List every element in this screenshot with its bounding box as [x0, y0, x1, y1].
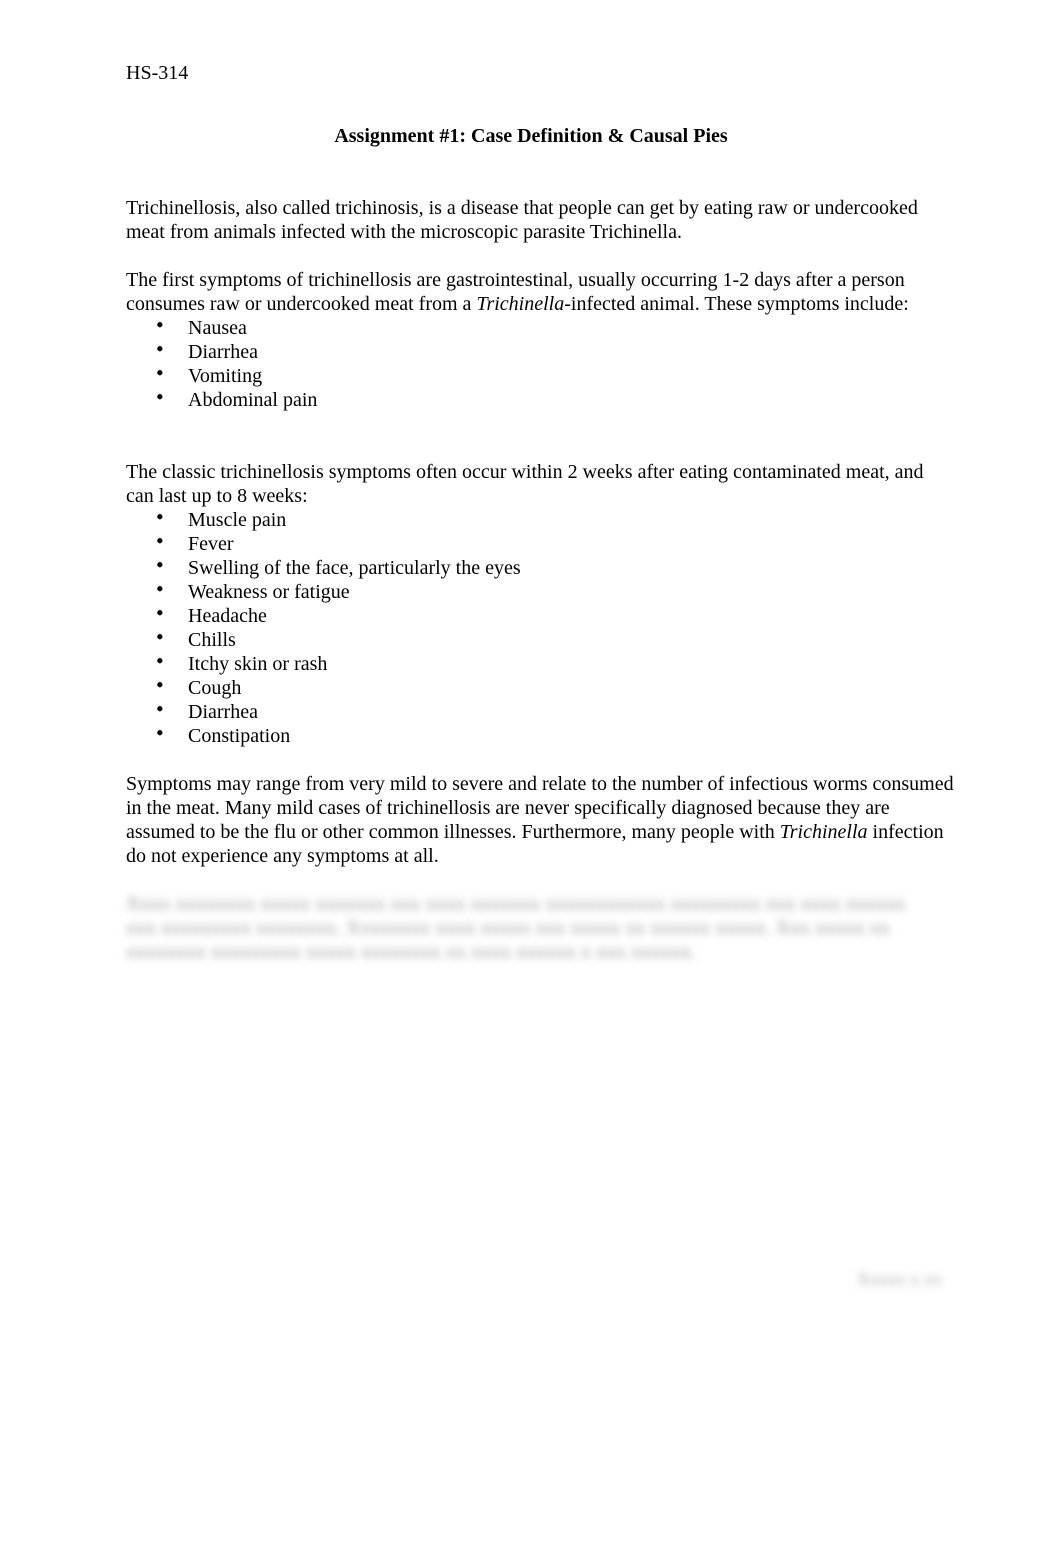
- italic-term: Trichinella: [476, 293, 565, 315]
- list-item-text: Headache: [188, 605, 267, 627]
- italic-term: Trichinella: [779, 821, 868, 843]
- classic-symptoms-intro: The classic trichinellosis symptoms ofte…: [126, 461, 924, 507]
- list-item: • Constipation: [126, 720, 956, 748]
- bullet-icon: •: [156, 312, 164, 337]
- early-symptoms-list: • Nausea • Diarrhea • Vomiting • Abdominal p…: [126, 312, 956, 412]
- list-item: • Diarrhea: [126, 336, 956, 364]
- list-item-text: Cough: [188, 677, 242, 699]
- early-symptoms-section: The first symptoms of trichinellosis are…: [126, 268, 956, 412]
- list-item: • Fever: [126, 528, 956, 556]
- document-title: Assignment #1: Case Definition & Causal …: [334, 125, 728, 147]
- intro-paragraph: Trichinellosis, also called trichinosis,…: [126, 196, 956, 244]
- bullet-icon: •: [156, 672, 164, 697]
- list-item-text: Nausea: [188, 317, 247, 339]
- blurred-placeholder-text: Xxxx xxxxxxxx xxxxx xxxxxxx xxx xxxx xxx…: [126, 893, 906, 963]
- list-item-text: Constipation: [188, 725, 291, 747]
- classic-symptoms-list: • Muscle pain • Fever • Swelling of the fac…: [126, 504, 956, 748]
- list-item-text: Chills: [188, 629, 236, 651]
- list-item: • Vomiting: [126, 360, 956, 388]
- list-item: • Abdominal pain: [126, 384, 956, 412]
- list-item-text: Vomiting: [188, 365, 263, 387]
- list-item-text: Fever: [188, 533, 234, 555]
- bullet-icon: •: [156, 600, 164, 625]
- list-item: • Weakness or fatigue: [126, 576, 956, 604]
- list-item-text: Swelling of the face, particularly the e…: [188, 557, 521, 579]
- bullet-icon: •: [156, 696, 164, 721]
- course-code: HS-314: [126, 62, 189, 84]
- list-item: • Swelling of the face, particularly the …: [126, 552, 956, 580]
- list-item-text: Abdominal pain: [188, 389, 318, 411]
- document-page: HS-314 Assignment #1: Case Definition & …: [0, 0, 1062, 1556]
- list-item-text: Itchy skin or rash: [188, 653, 328, 675]
- bullet-icon: •: [156, 720, 164, 745]
- list-item-text: Muscle pain: [188, 509, 287, 531]
- blurred-footer: Xxxxx x xx: [842, 1268, 942, 1290]
- bullet-icon: •: [156, 624, 164, 649]
- bullet-icon: •: [156, 648, 164, 673]
- severity-paragraph: Symptoms may range from very mild to sev…: [126, 772, 956, 868]
- bullet-icon: •: [156, 336, 164, 361]
- list-item: • Chills: [126, 624, 956, 652]
- list-item: • Cough: [126, 672, 956, 700]
- classic-symptoms-section: The classic trichinellosis symptoms ofte…: [126, 460, 956, 748]
- text-span: -infected animal. These symptoms include…: [564, 293, 909, 315]
- bullet-icon: •: [156, 576, 164, 601]
- early-symptoms-intro: The first symptoms of trichinellosis are…: [126, 268, 956, 316]
- bullet-icon: •: [156, 360, 164, 385]
- list-item: • Itchy skin or rash: [126, 648, 956, 676]
- bullet-icon: •: [156, 552, 164, 577]
- list-item: • Diarrhea: [126, 696, 956, 724]
- bullet-icon: •: [156, 384, 164, 409]
- bullet-icon: •: [156, 528, 164, 553]
- list-item-text: Diarrhea: [188, 341, 258, 363]
- list-item-text: Diarrhea: [188, 701, 258, 723]
- blurred-footer-text: Xxxxx x xx: [857, 1269, 942, 1289]
- list-item: • Headache: [126, 600, 956, 628]
- bullet-icon: •: [156, 504, 164, 529]
- list-item: • Muscle pain: [126, 504, 956, 532]
- blurred-paragraph: Xxxx xxxxxxxx xxxxx xxxxxxx xxx xxxx xxx…: [126, 892, 936, 964]
- list-item: • Nausea: [126, 312, 956, 340]
- list-item-text: Weakness or fatigue: [188, 581, 350, 603]
- severity-text: Symptoms may range from very mild to sev…: [126, 772, 956, 868]
- intro-text: Trichinellosis, also called trichinosis,…: [126, 197, 918, 243]
